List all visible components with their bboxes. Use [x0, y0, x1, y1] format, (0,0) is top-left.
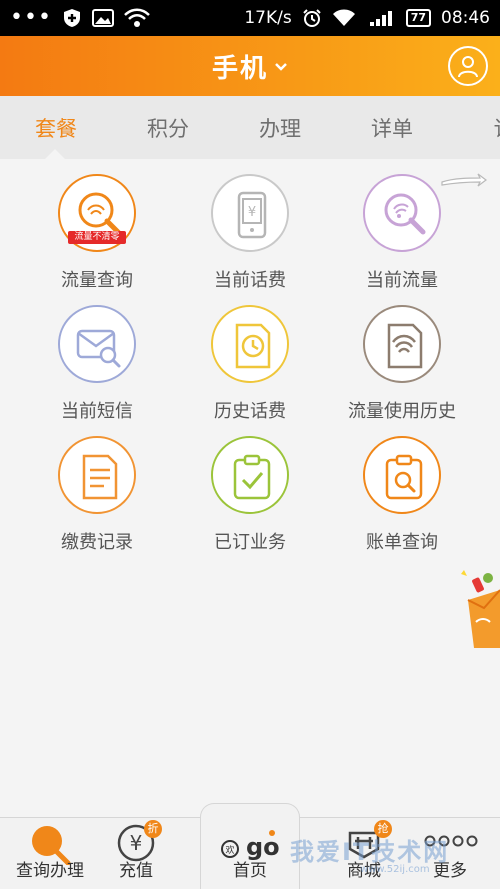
grid-item-bill-history[interactable]: 历史话费: [170, 305, 330, 423]
tab-details[interactable]: 详单: [336, 113, 448, 143]
wifi-icon: [332, 9, 356, 27]
app-header: 手机: [0, 36, 500, 96]
data-search-icon: 流量不清零: [58, 174, 136, 252]
grid-item-current-bill[interactable]: ¥ 当前话费: [170, 174, 330, 292]
alarm-icon: [302, 8, 322, 28]
user-button[interactable]: [448, 46, 488, 86]
nav-label: 更多: [433, 861, 467, 881]
grid-item-subscribed[interactable]: 已订业务: [170, 436, 330, 554]
status-bar: ••• 17K/s 77 08:46: [0, 0, 500, 36]
status-right: 17K/s 77 08:46: [244, 8, 490, 28]
grid-item-data-query[interactable]: 流量不清零 流量查询: [17, 174, 177, 292]
discount-badge: 折: [144, 820, 162, 838]
bill-history-icon: [211, 305, 289, 383]
active-tab-indicator: [45, 149, 65, 159]
tab-bar: 套餐 积分 办理 详单 订: [0, 96, 500, 159]
page-title: 手机: [211, 53, 268, 84]
grid-item-label: 流量使用历史: [348, 401, 456, 422]
status-left: •••: [10, 7, 150, 29]
grid-item-current-sms[interactable]: 当前短信: [17, 305, 177, 423]
data-history-icon: [363, 305, 441, 383]
grid-item-label: 流量查询: [61, 270, 133, 291]
promo-gift-button[interactable]: [458, 560, 500, 654]
chevron-down-icon: [274, 57, 288, 76]
account-switcher[interactable]: 手机: [212, 48, 288, 85]
nav-query-handle[interactable]: 查询办理: [0, 817, 100, 889]
grid-item-label: 账单查询: [366, 532, 438, 553]
subscribed-icon: [211, 436, 289, 514]
svg-text:¥: ¥: [130, 831, 143, 855]
grid-item-label: 当前流量: [366, 270, 438, 291]
sms-search-icon: [58, 305, 136, 383]
nav-label: 商城: [347, 861, 381, 881]
user-icon: [458, 56, 478, 78]
clock: 08:46: [441, 8, 490, 28]
nav-shop[interactable]: 抢 商城: [314, 817, 414, 889]
tab-order[interactable]: 订: [448, 113, 500, 143]
nav-label: 查询办理: [16, 861, 84, 881]
promo-tag: 流量不清零: [68, 231, 126, 244]
nav-label: 充值: [119, 861, 153, 881]
grid-item-bill-query[interactable]: 账单查询: [322, 436, 482, 554]
tab-handle[interactable]: 办理: [224, 113, 336, 143]
bill-search-icon: [363, 436, 441, 514]
svg-text:欢: 欢: [225, 844, 234, 856]
grid-item-label: 当前短信: [61, 401, 133, 422]
signal-icon: [366, 9, 396, 27]
image-icon: [91, 9, 114, 27]
svg-text:¥: ¥: [248, 205, 256, 220]
grid-item-label: 历史话费: [214, 401, 286, 422]
battery-level: 77: [405, 9, 431, 27]
tab-package[interactable]: 套餐: [0, 113, 112, 143]
tab-points[interactable]: 积分: [112, 113, 224, 143]
grid-item-payment-record[interactable]: 缴费记录: [17, 436, 177, 554]
grid-item-label: 当前话费: [214, 270, 286, 291]
grid-item-label: 缴费记录: [61, 532, 133, 553]
nav-more[interactable]: 更多: [400, 817, 500, 889]
grid-item-current-data[interactable]: 当前流量: [322, 174, 482, 292]
data-usage-icon: [363, 174, 441, 252]
payment-record-icon: [58, 436, 136, 514]
grid-item-label: 已订业务: [214, 532, 286, 553]
nav-label: 首页: [233, 861, 267, 881]
phone-bill-icon: ¥: [211, 174, 289, 252]
overflow-dots-icon: •••: [10, 5, 52, 30]
gift-box-icon: [461, 570, 500, 648]
shield-plus-icon: [62, 8, 82, 28]
nav-home[interactable]: 欢 go 首页: [200, 817, 300, 889]
grid-item-data-history[interactable]: 流量使用历史: [322, 305, 482, 423]
nav-recharge[interactable]: ¥ 折 充值: [86, 817, 186, 889]
flash-sale-badge: 抢: [374, 820, 392, 838]
wifi-settings-icon: [124, 8, 150, 28]
network-speed: 17K/s: [244, 8, 292, 28]
more-icon: [422, 833, 478, 853]
